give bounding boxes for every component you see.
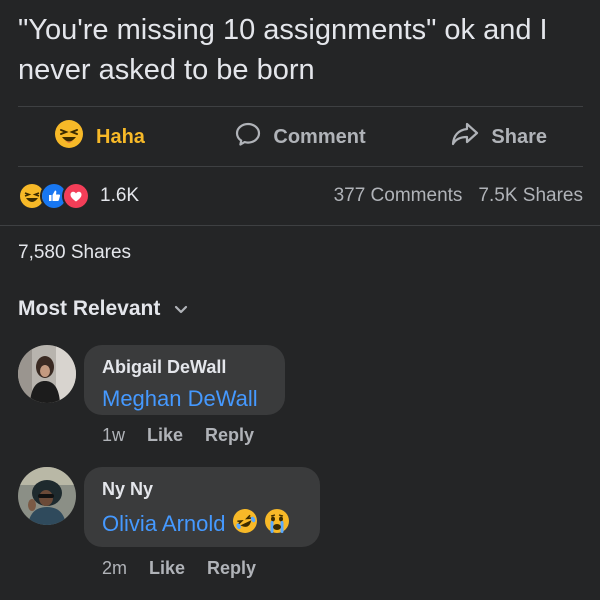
- mention-link[interactable]: Meghan DeWall: [102, 386, 258, 412]
- divider: [18, 106, 583, 107]
- comment-item: Abigail DeWall Meghan DeWall 1w Like Rep…: [18, 345, 583, 455]
- love-reaction-icon: [62, 182, 90, 210]
- sort-label: Most Relevant: [18, 297, 161, 320]
- post-stats: 1.6K 377 Comments 7.5K Shares: [18, 176, 583, 216]
- haha-label: Haha: [96, 125, 145, 148]
- post-action-bar: Haha Comment Share: [18, 108, 583, 166]
- comment-time[interactable]: 2m: [102, 558, 127, 579]
- comment-bubble-icon: [235, 121, 261, 153]
- reaction-icons: [18, 182, 90, 210]
- like-button[interactable]: Like: [149, 558, 185, 579]
- comment-sort-dropdown[interactable]: Most Relevant: [18, 297, 188, 321]
- crying-emoji-icon: [264, 508, 290, 540]
- post-text: "You're missing 10 assignments" ok and I…: [18, 14, 548, 86]
- haha-reaction-button[interactable]: Haha: [18, 108, 218, 166]
- share-button[interactable]: Share: [383, 108, 583, 166]
- shares-total[interactable]: 7,580 Shares: [18, 242, 131, 264]
- comment-text: Meghan DeWall: [102, 386, 267, 412]
- reply-button[interactable]: Reply: [205, 425, 254, 446]
- divider: [18, 166, 583, 167]
- comment-time[interactable]: 1w: [102, 425, 125, 446]
- rolling-laughing-emoji-icon: [232, 508, 258, 540]
- reaction-summary[interactable]: 1.6K: [18, 182, 139, 210]
- comment-author[interactable]: Abigail DeWall: [102, 357, 267, 378]
- like-button[interactable]: Like: [147, 425, 183, 446]
- comment-author[interactable]: Ny Ny: [102, 479, 302, 500]
- engagement-counts: 377 Comments 7.5K Shares: [334, 185, 583, 207]
- divider: [0, 225, 600, 226]
- comment-button[interactable]: Comment: [218, 108, 382, 166]
- avatar[interactable]: [18, 345, 76, 403]
- chevron-down-icon: [174, 297, 188, 321]
- comment-bubble[interactable]: Abigail DeWall Meghan DeWall: [84, 345, 285, 415]
- comments-count-link[interactable]: 377 Comments: [334, 185, 463, 207]
- avatar[interactable]: [18, 467, 76, 525]
- comment-meta: 2m Like Reply: [102, 558, 256, 579]
- comment-label: Comment: [273, 125, 366, 148]
- comment-meta: 1w Like Reply: [102, 425, 254, 446]
- share-label: Share: [491, 125, 547, 148]
- comment-bubble[interactable]: Ny Ny Olivia Arnold: [84, 467, 320, 547]
- reaction-count: 1.6K: [100, 185, 140, 206]
- mention-link[interactable]: Olivia Arnold: [102, 511, 226, 537]
- comment-text: Olivia Arnold: [102, 508, 302, 540]
- haha-emoji-icon: [54, 119, 84, 155]
- reply-button[interactable]: Reply: [207, 558, 256, 579]
- share-arrow-icon: [451, 121, 479, 153]
- comment-item: Ny Ny Olivia Arnold 2m Like Reply: [18, 467, 583, 587]
- shares-count-link[interactable]: 7.5K Shares: [478, 185, 583, 207]
